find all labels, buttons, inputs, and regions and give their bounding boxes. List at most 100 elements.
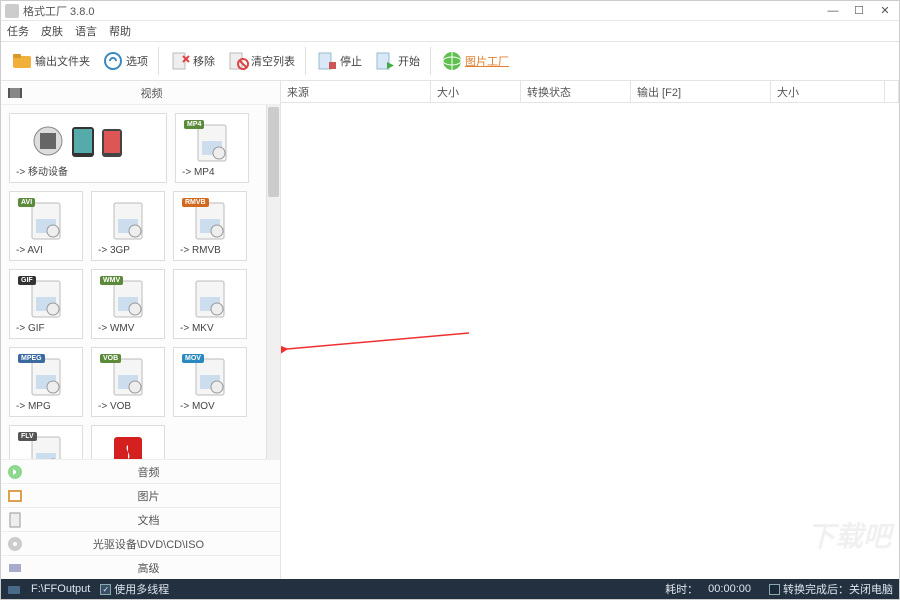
list-header: 来源 大小 转换状态 输出 [F2] 大小 [281, 81, 899, 103]
format-tile-flv[interactable]: FLV-> FLV [9, 425, 83, 459]
elapsed-label: 耗时： [665, 581, 698, 597]
remove-label: 移除 [193, 53, 215, 69]
format-tile-label: -> 3GP [96, 245, 160, 256]
format-tile-[interactable]: -> 移动设备 [9, 113, 167, 183]
shutdown-label: 关闭电脑 [849, 581, 893, 597]
advanced-category-icon [7, 560, 23, 576]
format-tile-avi[interactable]: AVI-> AVI [9, 191, 83, 261]
image-category-icon [7, 488, 23, 504]
output-path[interactable]: F:\FFOutput [31, 583, 90, 595]
format-badge: MPEG [18, 354, 45, 363]
format-tile-mpg[interactable]: MPEG-> MPG [9, 347, 83, 417]
folder-icon [11, 50, 33, 72]
output-folder-button[interactable]: 输出文件夹 [7, 48, 94, 74]
disc-category-icon [7, 536, 23, 552]
menu-task[interactable]: 任务 [7, 23, 29, 39]
image-factory-button[interactable]: 图片工厂 [437, 48, 513, 74]
close-button[interactable]: ✕ [875, 3, 895, 19]
status-bar: F:\FFOutput ✓ 使用多线程 耗时： 00:00:00 转换完成后： … [1, 579, 899, 599]
category-image-label: 图片 [23, 488, 274, 504]
category-audio[interactable]: 音频 [1, 459, 280, 483]
menu-help[interactable]: 帮助 [109, 23, 131, 39]
format-tile-label: -> MOV [178, 401, 242, 412]
category-document-label: 文档 [23, 512, 274, 528]
remove-button[interactable]: 移除 [165, 48, 219, 74]
after-done-toggle[interactable]: 转换完成后： 关闭电脑 [769, 581, 893, 597]
file-format-icon [14, 118, 162, 163]
col-status[interactable]: 转换状态 [521, 81, 631, 102]
col-size2[interactable]: 大小 [771, 81, 885, 102]
audio-category-icon [7, 464, 23, 480]
options-button[interactable]: 选项 [98, 48, 152, 74]
format-tile-rmvb[interactable]: RMVB-> RMVB [173, 191, 247, 261]
category-image[interactable]: 图片 [1, 483, 280, 507]
category-advanced[interactable]: 高级 [1, 555, 280, 579]
format-tile-label: -> VOB [96, 401, 160, 412]
elapsed-value: 00:00:00 [708, 583, 751, 595]
after-done-label: 转换完成后： [783, 581, 849, 597]
format-tile-label: -> AVI [14, 245, 78, 256]
format-tile-swf[interactable]: -> SWF [91, 425, 165, 459]
stop-icon [316, 50, 338, 72]
folder-status-icon [7, 582, 21, 596]
format-badge: MP4 [184, 120, 204, 129]
clear-list-button[interactable]: 清空列表 [223, 48, 299, 74]
clear-label: 清空列表 [251, 53, 295, 69]
multithread-label: 使用多线程 [114, 581, 169, 597]
stop-button[interactable]: 停止 [312, 48, 366, 74]
category-video-header[interactable]: 视频 [1, 81, 280, 105]
toolbar-separator [305, 47, 306, 75]
format-tile-mp4[interactable]: MP4 -> MP4 [175, 113, 249, 183]
checkbox-icon: ✓ [100, 584, 111, 595]
format-badge: GIF [18, 276, 36, 285]
start-icon [374, 50, 396, 72]
app-icon [5, 4, 19, 18]
start-button[interactable]: 开始 [370, 48, 424, 74]
globe-icon [441, 50, 463, 72]
scrollbar-thumb[interactable] [268, 107, 279, 197]
stop-label: 停止 [340, 53, 362, 69]
col-output[interactable]: 输出 [F2] [631, 81, 771, 102]
minimize-button[interactable]: — [823, 3, 843, 19]
format-badge: WMV [100, 276, 123, 285]
file-format-icon [96, 430, 160, 459]
format-badge: RMVB [182, 198, 209, 207]
format-tile-vob[interactable]: VOB -> VOB [91, 347, 165, 417]
task-list[interactable] [281, 103, 899, 579]
format-tile-label: -> MKV [178, 323, 242, 334]
right-panel: 来源 大小 转换状态 输出 [F2] 大小 下载吧 [281, 81, 899, 579]
col-size[interactable]: 大小 [431, 81, 521, 102]
col-source[interactable]: 来源 [281, 81, 431, 102]
format-tile-mov[interactable]: MOV-> MOV [173, 347, 247, 417]
format-tile-label: -> MP4 [180, 167, 244, 178]
format-grid: -> 移动设备 MP4 -> MP4 AVI-> AVI -> 3GP RMVB-> RM… [1, 105, 266, 459]
format-tile-mkv[interactable]: -> MKV [173, 269, 247, 339]
format-tile-label: -> GIF [14, 323, 78, 334]
format-badge: VOB [100, 354, 121, 363]
maximize-button[interactable]: ☐ [849, 3, 869, 19]
file-format-icon [178, 274, 242, 323]
category-optical-label: 光驱设备\DVD\CD\ISO [23, 536, 274, 552]
document-category-icon [7, 512, 23, 528]
menu-bar: 任务 皮肤 语言 帮助 [1, 21, 899, 41]
format-tile-label: -> 移动设备 [14, 163, 162, 178]
grid-scrollbar[interactable] [266, 105, 280, 459]
toolbar-separator [430, 47, 431, 75]
menu-skin[interactable]: 皮肤 [41, 23, 63, 39]
category-document[interactable]: 文档 [1, 507, 280, 531]
checkbox-icon [769, 584, 780, 595]
format-tile-gif[interactable]: GIF -> GIF [9, 269, 83, 339]
format-tile-3gp[interactable]: -> 3GP [91, 191, 165, 261]
menu-language[interactable]: 语言 [75, 23, 97, 39]
clear-icon [227, 50, 249, 72]
multithread-toggle[interactable]: ✓ 使用多线程 [100, 581, 169, 597]
remove-icon [169, 50, 191, 72]
format-tile-wmv[interactable]: WMV-> WMV [91, 269, 165, 339]
file-format-icon [96, 196, 160, 245]
options-label: 选项 [126, 53, 148, 69]
toolbar-separator [158, 47, 159, 75]
image-factory-label: 图片工厂 [465, 53, 509, 69]
window-title: 格式工厂 3.8.0 [23, 3, 823, 19]
category-optical[interactable]: 光驱设备\DVD\CD\ISO [1, 531, 280, 555]
category-video-label: 视频 [29, 85, 274, 101]
